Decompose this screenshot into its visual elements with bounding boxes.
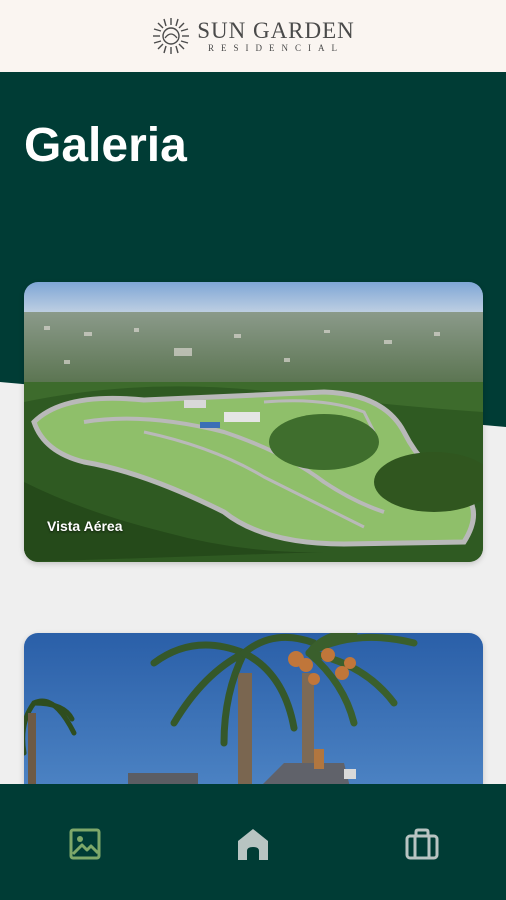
nav-home-button[interactable] xyxy=(229,820,277,868)
logo-subtitle: RESIDENCIAL xyxy=(208,43,344,53)
logo: SUN GARDEN RESIDENCIAL xyxy=(151,16,355,56)
sun-logo-icon xyxy=(153,18,190,54)
gallery-icon xyxy=(69,828,101,860)
briefcase-icon xyxy=(405,828,439,860)
card-label: Vista Aérea xyxy=(47,518,123,534)
palm-photo xyxy=(24,633,483,803)
app-header: SUN GARDEN RESIDENCIAL xyxy=(0,0,506,72)
logo-title: SUN GARDEN xyxy=(197,18,355,43)
home-icon xyxy=(238,829,268,860)
gallery-card-palms[interactable] xyxy=(24,633,483,803)
page-title: Galeria xyxy=(24,119,187,172)
gallery-card-aerial[interactable]: Vista Aérea xyxy=(24,282,483,562)
nav-gallery-button[interactable] xyxy=(61,820,109,868)
nav-briefcase-button[interactable] xyxy=(398,820,446,868)
